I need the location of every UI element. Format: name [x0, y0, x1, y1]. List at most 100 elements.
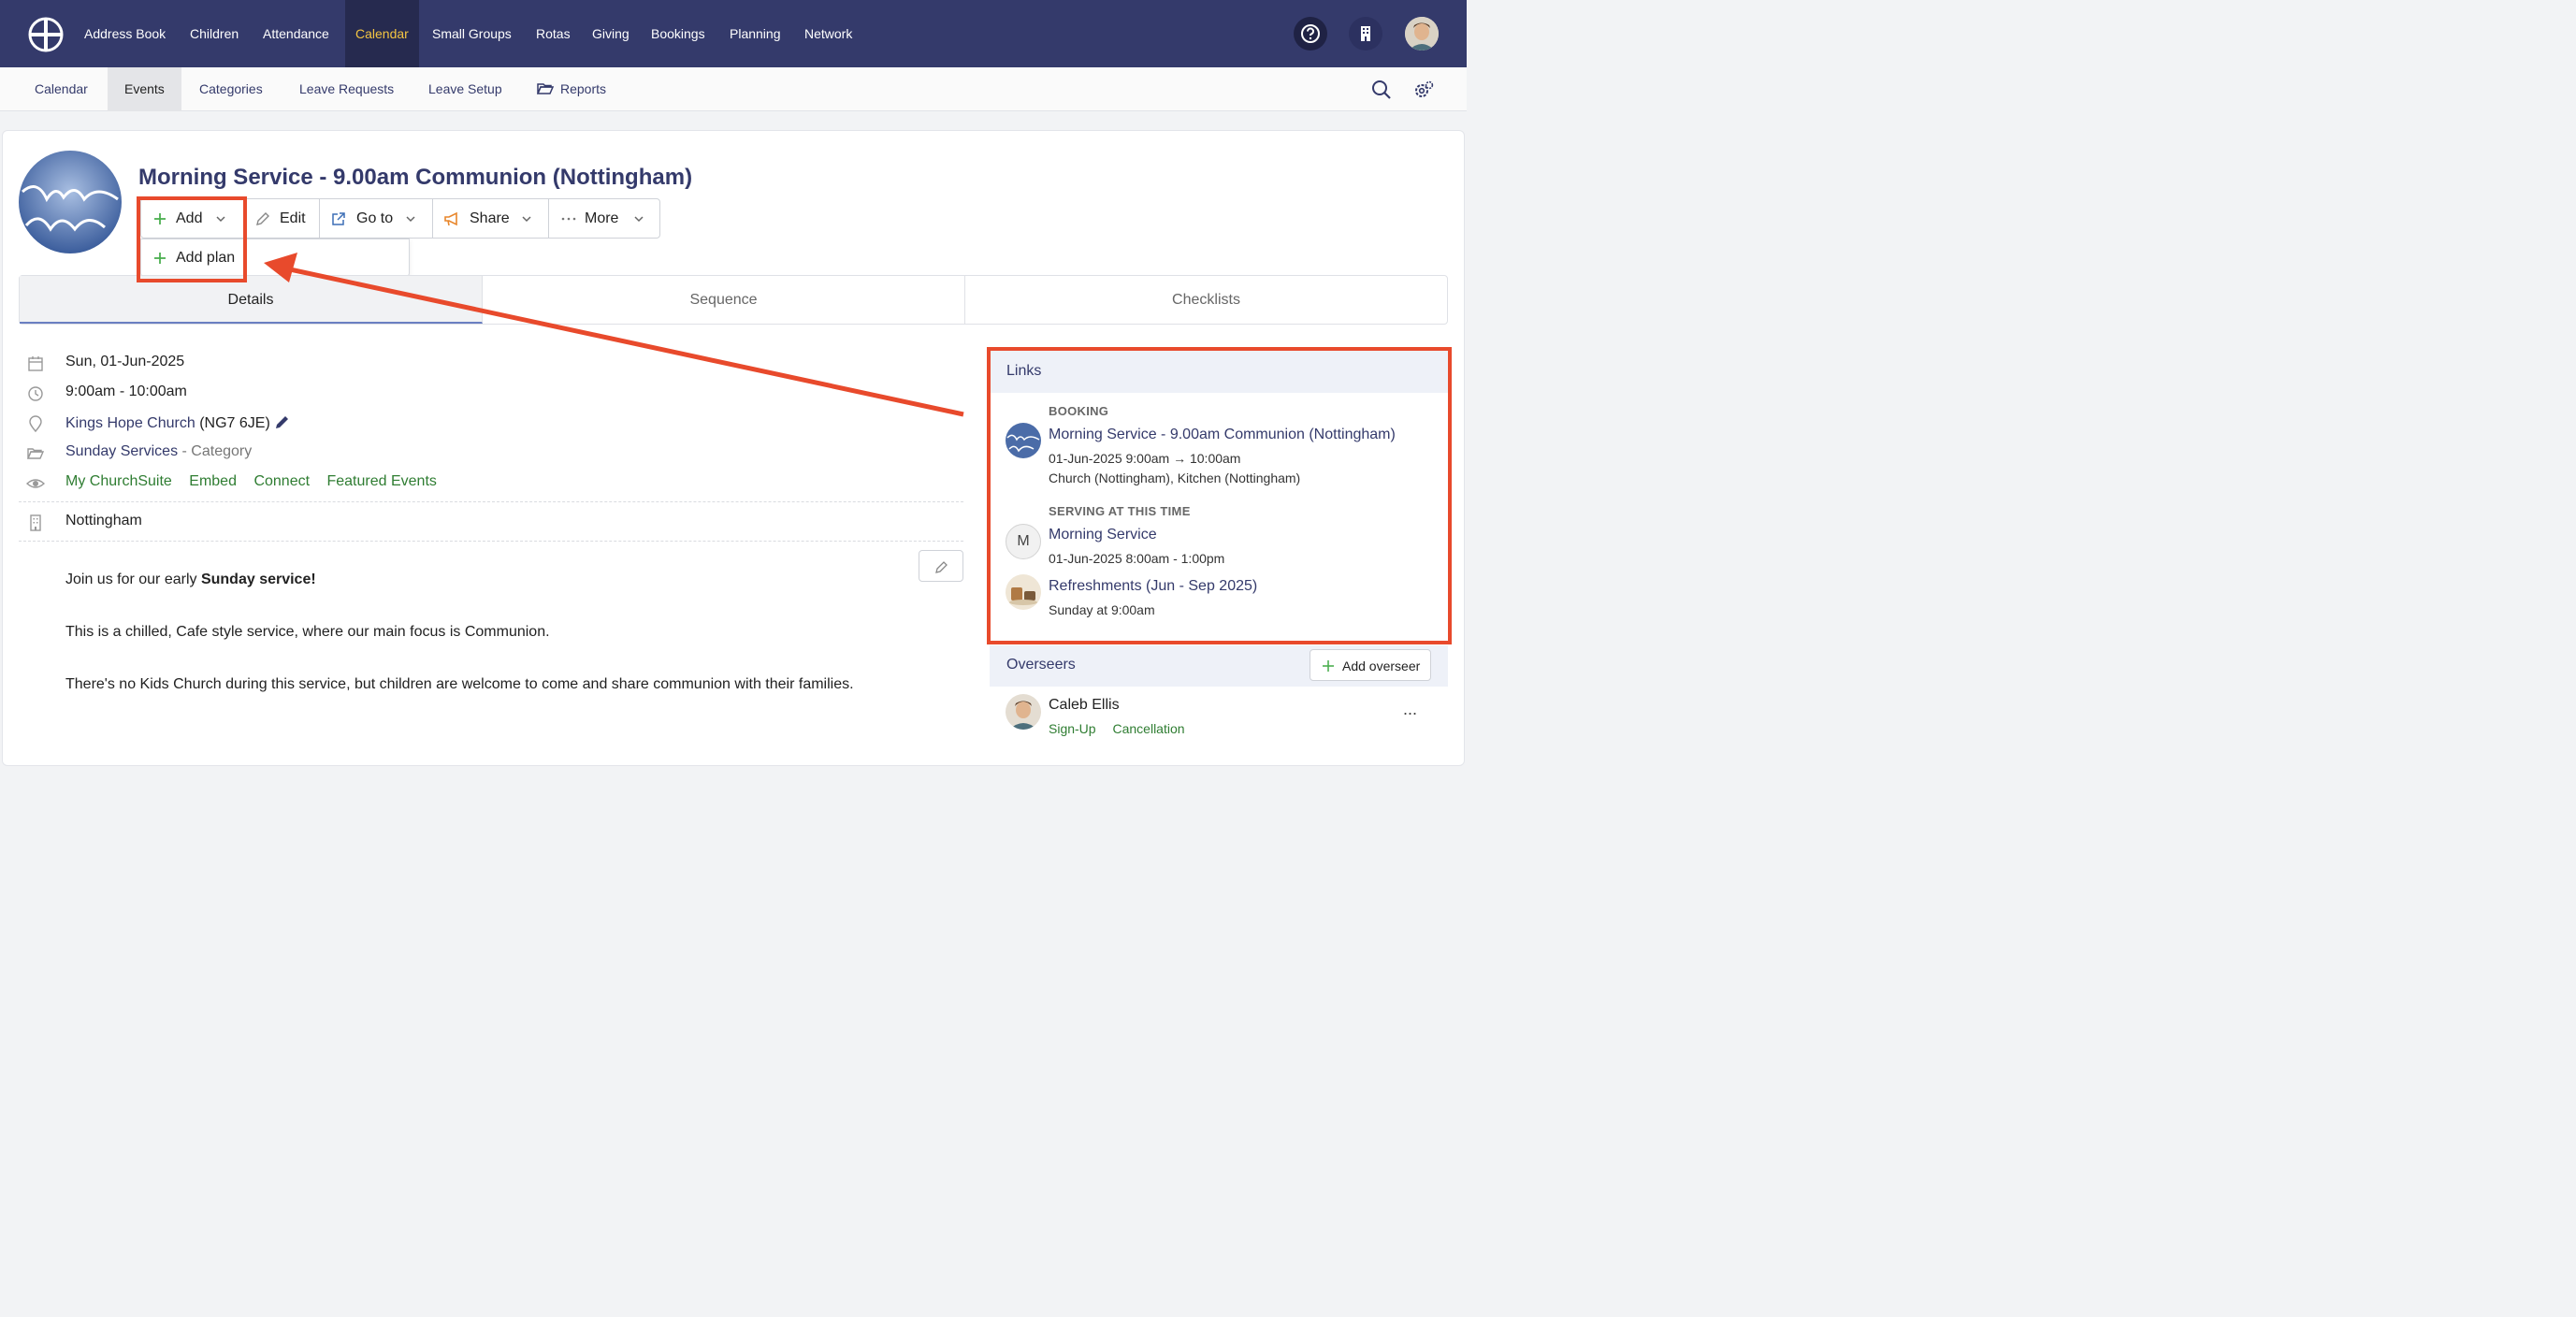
subnav-calendar[interactable]: Calendar [35, 67, 88, 111]
plus-icon [154, 213, 166, 224]
nav-address-book[interactable]: Address Book [84, 0, 166, 67]
sub-navigation: Calendar Events Categories Leave Request… [0, 67, 1467, 111]
event-image [19, 151, 122, 253]
more-button[interactable]: More [549, 199, 659, 238]
subnav-categories[interactable]: Categories [199, 67, 263, 111]
add-button[interactable]: Add [141, 199, 245, 238]
event-toolbar: Add Edit Go to Share More [140, 198, 660, 239]
visibility-embed[interactable]: Embed [189, 473, 237, 489]
event-time: 9:00am - 10:00am [65, 384, 187, 399]
share-button[interactable]: Share [433, 199, 549, 238]
chevron-down-icon [522, 216, 531, 223]
description-paragraph-3: There's no Kids Church during this servi… [65, 676, 854, 692]
booking-link[interactable]: Morning Service - 9.00am Communion (Nott… [1049, 427, 1396, 443]
map-pin-icon [29, 415, 42, 433]
chevron-down-icon [634, 216, 644, 223]
links-panel: Links [990, 350, 1450, 642]
building-icon[interactable] [1349, 17, 1382, 51]
nav-giving[interactable]: Giving [592, 0, 630, 67]
subnav-leave-setup[interactable]: Leave Setup [428, 67, 502, 111]
nav-small-groups[interactable]: Small Groups [432, 0, 512, 67]
booking-rooms: Church (Nottingham), Kitchen (Nottingham… [1049, 470, 1301, 485]
settings-icon[interactable] [1413, 80, 1434, 100]
share-button-label: Share [470, 210, 510, 226]
calendar-icon [28, 356, 43, 371]
overseers-heading: Overseers [1006, 657, 1076, 673]
nav-attendance[interactable]: Attendance [263, 0, 329, 67]
edit-button-label: Edit [280, 210, 306, 226]
plus-icon [1323, 660, 1334, 672]
tab-sequence[interactable]: Sequence [483, 276, 965, 324]
folder-open-icon [26, 448, 45, 459]
event-date: Sun, 01-Jun-2025 [65, 354, 185, 369]
booking-time: 01-Jun-2025 9:00am → 10:00am [1049, 451, 1241, 466]
category-suffix: - Category [181, 443, 253, 459]
subnav-events[interactable]: Events [108, 67, 181, 111]
overseer-signup-link[interactable]: Sign-Up [1049, 721, 1096, 736]
tab-checklists[interactable]: Checklists [965, 276, 1447, 324]
visibility-featured-events[interactable]: Featured Events [326, 473, 436, 489]
overseer-more-menu[interactable]: ... [1403, 700, 1417, 719]
serving-badge: M [1006, 524, 1041, 559]
location-link[interactable]: Kings Hope Church [65, 415, 195, 431]
edit-button[interactable]: Edit [245, 199, 320, 238]
overseers-header: Overseers Add overseer [990, 645, 1448, 687]
add-button-label: Add [176, 210, 203, 226]
pencil-icon[interactable] [274, 413, 291, 430]
top-navigation: Address Book Children Attendance Calenda… [0, 0, 1467, 67]
divider [19, 501, 963, 502]
add-overseer-label: Add overseer [1342, 658, 1421, 673]
page-title: Morning Service - 9.00am Communion (Nott… [138, 165, 693, 190]
nav-bookings[interactable]: Bookings [651, 0, 705, 67]
location-postcode: (NG7 6JE) [199, 415, 270, 431]
links-heading: Links [990, 350, 1450, 393]
tab-details[interactable]: Details [20, 276, 483, 324]
visibility-my-churchsuite[interactable]: My ChurchSuite [65, 473, 172, 489]
go-to-button-label: Go to [356, 210, 394, 226]
megaphone-icon [444, 211, 457, 226]
subnav-leave-requests[interactable]: Leave Requests [299, 67, 394, 111]
description-intro-text: Join us for our early [65, 572, 201, 587]
site-name: Nottingham [65, 513, 142, 528]
nav-planning[interactable]: Planning [730, 0, 781, 67]
nav-children[interactable]: Children [190, 0, 239, 67]
description-paragraph-2: This is a chilled, Cafe style service, w… [65, 624, 550, 640]
serving-morning-service-link[interactable]: Morning Service [1049, 527, 1157, 543]
eye-icon [26, 479, 45, 488]
folder-open-icon [537, 83, 554, 94]
overseer-name[interactable]: Caleb Ellis [1049, 697, 1120, 714]
description-bold-text: Sunday service! [200, 572, 316, 587]
go-to-button[interactable]: Go to [320, 199, 433, 238]
plus-icon [154, 253, 166, 264]
help-icon[interactable] [1294, 17, 1327, 51]
nav-rotas[interactable]: Rotas [536, 0, 571, 67]
search-icon[interactable] [1371, 80, 1392, 100]
serving-morning-service-time: 01-Jun-2025 8:00am - 1:00pm [1049, 551, 1225, 566]
booking-thumbnail [1006, 423, 1041, 458]
edit-description-button[interactable] [919, 550, 963, 582]
serving-refreshments-time: Sunday at 9:00am [1049, 602, 1155, 617]
app-logo-icon[interactable] [28, 17, 64, 52]
overseer-links: Sign-Up Cancellation [1049, 721, 1198, 736]
visibility-connect[interactable]: Connect [253, 473, 310, 489]
event-tabs: Details Sequence Checklists [19, 275, 1448, 325]
serving-refreshments-link[interactable]: Refreshments (Jun - Sep 2025) [1049, 578, 1257, 595]
ellipsis-icon [561, 217, 576, 221]
building-icon [30, 514, 41, 531]
description-intro: Join us for our early Sunday service! [65, 572, 316, 588]
booking-section-label: BOOKING [1049, 404, 1109, 418]
add-dropdown-menu: Add plan [140, 239, 410, 277]
overseer-cancellation-link[interactable]: Cancellation [1112, 721, 1184, 736]
nav-network[interactable]: Network [804, 0, 852, 67]
user-avatar[interactable] [1405, 17, 1439, 51]
clock-icon [28, 386, 43, 401]
nav-calendar[interactable]: Calendar [345, 0, 419, 67]
add-plan-menu-item[interactable]: Add plan [141, 239, 244, 277]
category-link[interactable]: Sunday Services [65, 443, 178, 459]
external-link-icon [332, 212, 345, 225]
pencil-icon [935, 561, 948, 573]
pencil-icon [256, 212, 269, 225]
subnav-reports[interactable]: Reports [560, 67, 606, 111]
divider [19, 541, 963, 542]
add-overseer-button[interactable]: Add overseer [1310, 649, 1431, 681]
